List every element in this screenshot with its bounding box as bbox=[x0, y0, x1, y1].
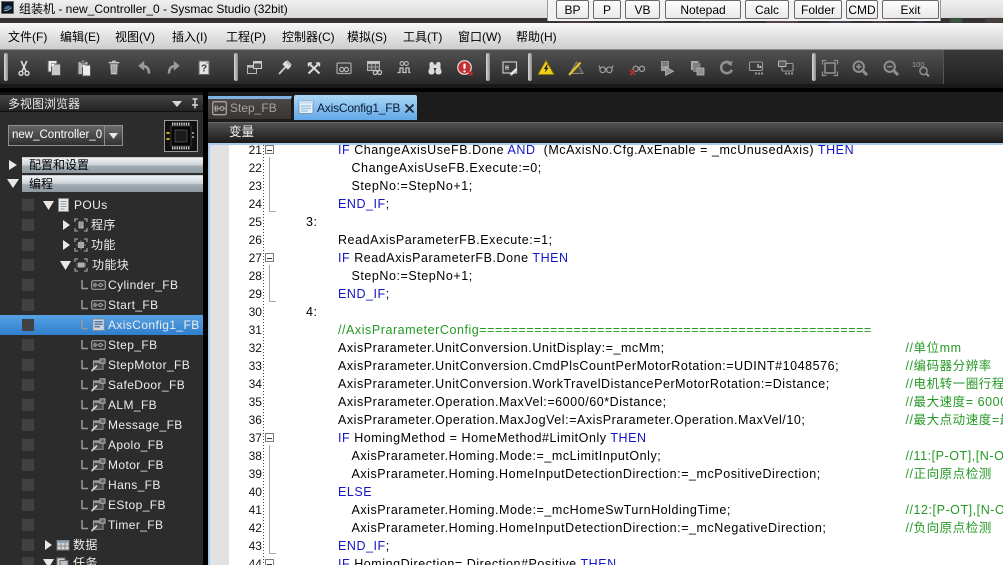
svg-text:?: ? bbox=[201, 64, 207, 75]
